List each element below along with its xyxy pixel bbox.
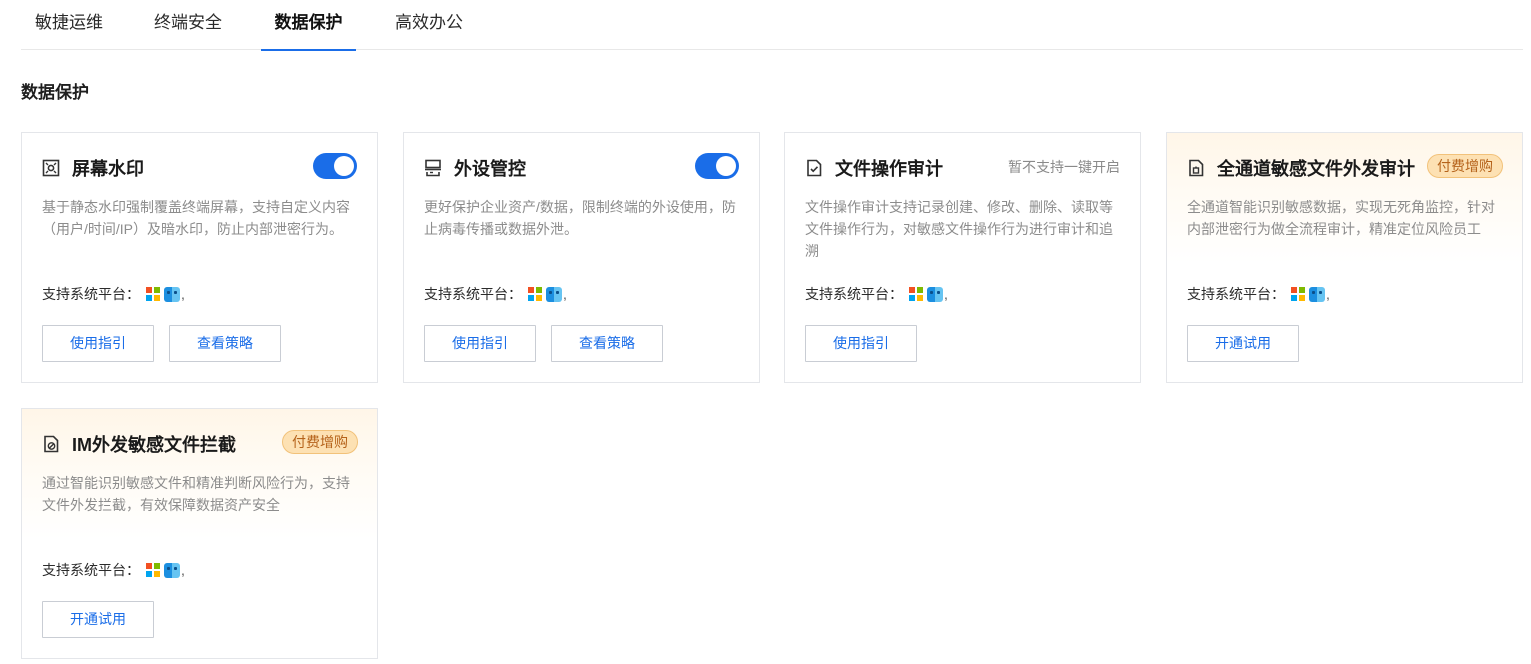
enable-toggle[interactable] bbox=[695, 153, 739, 179]
card-title: 外设管控 bbox=[454, 159, 526, 179]
platform-label: 支持系统平台： bbox=[424, 286, 522, 302]
card-description: 通过智能识别敏感文件和精准判断风险行为，支持文件外发拦截，有效保障数据资产安全 bbox=[42, 475, 350, 513]
windows-icon bbox=[146, 287, 160, 301]
peripheral-icon bbox=[425, 159, 441, 177]
usage-guide-button[interactable]: 使用指引 bbox=[805, 325, 917, 362]
card-title: 全通道敏感文件外发审计 bbox=[1217, 159, 1415, 179]
windows-icon bbox=[1291, 287, 1305, 301]
tab-agile-ops[interactable]: 敏捷运维 bbox=[33, 0, 105, 50]
card-actions: 开通试用 bbox=[1187, 325, 1299, 362]
watermark-icon bbox=[42, 159, 60, 177]
card-all-channel-audit: 全通道敏感文件外发审计 付费增购 全通道智能识别敏感数据，实现无死角监控，针对内… bbox=[1166, 132, 1523, 383]
tab-endpoint-security[interactable]: 终端安全 bbox=[152, 0, 224, 50]
toggle-knob bbox=[334, 156, 354, 176]
card-actions: 使用指引 查看策略 bbox=[42, 325, 281, 362]
card-file-operation-audit: 文件操作审计 暂不支持一键开启 文件操作审计支持记录创建、修改、删除、读取等文件… bbox=[784, 132, 1141, 383]
macos-icon bbox=[1309, 286, 1325, 302]
card-description: 全通道智能识别敏感数据，实现无死角监控，针对内部泄密行为做全流程审计，精准定位风… bbox=[1187, 199, 1495, 237]
card-im-file-block: IM外发敏感文件拦截 付费增购 通过智能识别敏感文件和精准判断风险行为，支持文件… bbox=[21, 408, 378, 659]
platform-suffix: , bbox=[181, 286, 185, 302]
view-policy-button[interactable]: 查看策略 bbox=[169, 325, 281, 362]
windows-icon bbox=[909, 287, 923, 301]
platform-label: 支持系统平台： bbox=[42, 562, 140, 578]
card-actions: 使用指引 bbox=[805, 325, 917, 362]
macos-icon bbox=[164, 562, 180, 578]
tab-bar: 敏捷运维 终端安全 数据保护 高效办公 bbox=[21, 0, 1523, 51]
platform-suffix: , bbox=[944, 286, 948, 302]
file-audit-icon bbox=[807, 159, 822, 177]
windows-icon bbox=[528, 287, 542, 301]
platform-support: 支持系统平台： , bbox=[424, 284, 567, 304]
platform-label: 支持系统平台： bbox=[805, 286, 903, 302]
platform-suffix: , bbox=[563, 286, 567, 302]
tab-efficient-office[interactable]: 高效办公 bbox=[393, 0, 465, 50]
start-trial-button[interactable]: 开通试用 bbox=[1187, 325, 1299, 362]
enable-toggle[interactable] bbox=[313, 153, 357, 179]
macos-icon bbox=[164, 286, 180, 302]
macos-icon bbox=[546, 286, 562, 302]
platform-label: 支持系统平台： bbox=[1187, 286, 1285, 302]
platform-suffix: , bbox=[1326, 286, 1330, 302]
card-description: 更好保护企业资产/数据，限制终端的外设使用，防止病毒传播或数据外泄。 bbox=[424, 199, 736, 237]
sensitive-file-icon bbox=[1189, 159, 1204, 177]
usage-guide-button[interactable]: 使用指引 bbox=[424, 325, 536, 362]
platform-support: 支持系统平台： , bbox=[805, 284, 948, 304]
paid-addon-badge: 付费增购 bbox=[1427, 154, 1503, 178]
toggle-knob bbox=[716, 156, 736, 176]
card-actions: 开通试用 bbox=[42, 601, 154, 638]
platform-support: 支持系统平台： , bbox=[42, 560, 185, 580]
im-block-icon bbox=[44, 435, 59, 453]
tab-data-protection[interactable]: 数据保护 bbox=[261, 0, 356, 51]
one-click-unsupported-note: 暂不支持一键开启 bbox=[1008, 159, 1120, 175]
card-title: IM外发敏感文件拦截 bbox=[72, 435, 236, 455]
windows-icon bbox=[146, 563, 160, 577]
card-screen-watermark: 屏幕水印 基于静态水印强制覆盖终端屏幕，支持自定义内容（用户/时间/IP）及暗水… bbox=[21, 132, 378, 383]
platform-support: 支持系统平台： , bbox=[1187, 284, 1330, 304]
card-peripheral-control: 外设管控 更好保护企业资产/数据，限制终端的外设使用，防止病毒传播或数据外泄。 … bbox=[403, 132, 760, 383]
platform-suffix: , bbox=[181, 562, 185, 578]
platform-support: 支持系统平台： , bbox=[42, 284, 185, 304]
paid-addon-badge: 付费增购 bbox=[282, 430, 358, 454]
card-description: 基于静态水印强制覆盖终端屏幕，支持自定义内容（用户/时间/IP）及暗水印，防止内… bbox=[42, 199, 350, 237]
platform-label: 支持系统平台： bbox=[42, 286, 140, 302]
macos-icon bbox=[927, 286, 943, 302]
start-trial-button[interactable]: 开通试用 bbox=[42, 601, 154, 638]
card-actions: 使用指引 查看策略 bbox=[424, 325, 663, 362]
card-description: 文件操作审计支持记录创建、修改、删除、读取等文件操作行为，对敏感文件操作行为进行… bbox=[805, 199, 1113, 259]
usage-guide-button[interactable]: 使用指引 bbox=[42, 325, 154, 362]
section-title: 数据保护 bbox=[21, 83, 89, 102]
view-policy-button[interactable]: 查看策略 bbox=[551, 325, 663, 362]
card-title: 文件操作审计 bbox=[835, 159, 943, 179]
card-title: 屏幕水印 bbox=[72, 159, 144, 179]
